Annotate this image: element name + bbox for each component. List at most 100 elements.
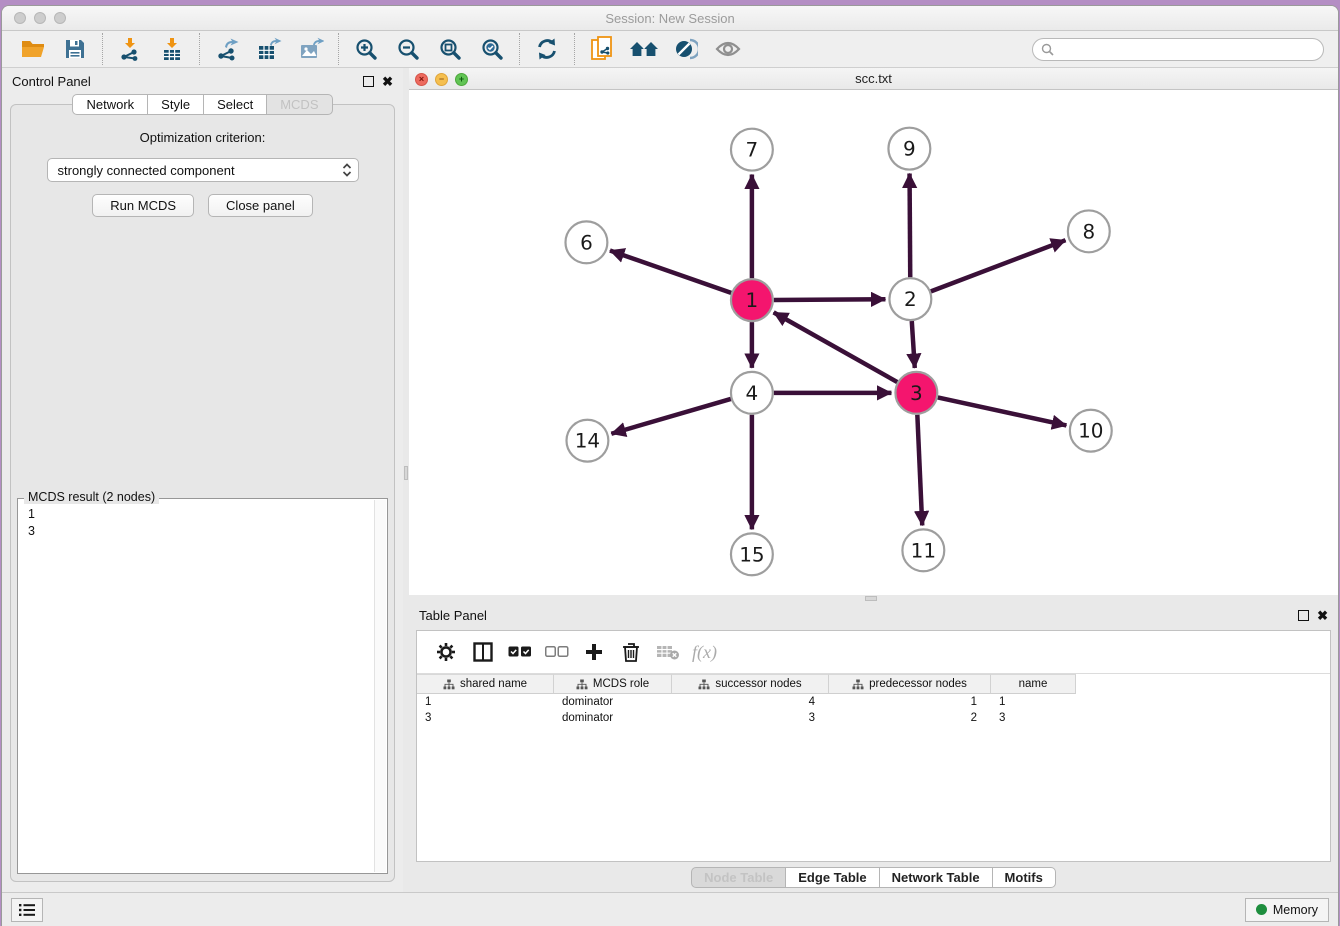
table-toolbar: f(x) <box>417 631 1330 674</box>
table-row[interactable]: 3dominator323 <box>417 710 1330 726</box>
column-header-predecessor-nodes[interactable]: predecessor nodes <box>829 674 991 694</box>
unselect-all-button[interactable] <box>538 635 575 669</box>
column-header-mcds-role[interactable]: MCDS role <box>554 674 672 694</box>
graph-node-label-14: 14 <box>575 430 600 453</box>
zoom-fit-button[interactable] <box>429 32 471 66</box>
result-scrollbar[interactable] <box>374 500 386 872</box>
select-all-button[interactable] <box>501 635 538 669</box>
cell-shared-name[interactable]: 1 <box>417 694 554 710</box>
float-panel-icon[interactable] <box>363 76 374 87</box>
splitter-handle[interactable] <box>865 596 877 601</box>
add-column-icon <box>584 642 604 662</box>
task-history-button[interactable] <box>11 898 43 922</box>
cell-name[interactable]: 3 <box>991 710 1076 726</box>
hierarchy-icon <box>443 679 455 690</box>
table-options-button[interactable] <box>427 635 464 669</box>
column-header-name[interactable]: name <box>991 674 1076 694</box>
export-image-icon <box>298 37 324 61</box>
tab-motifs[interactable]: Motifs <box>992 867 1056 888</box>
toolbar-separator <box>574 33 575 65</box>
graph-node-label-8: 8 <box>1082 220 1095 243</box>
run-mcds-button[interactable]: Run MCDS <box>92 194 194 217</box>
graph-edge-2-3[interactable] <box>912 321 915 368</box>
create-column-button[interactable] <box>575 635 612 669</box>
cell-shared-name[interactable]: 3 <box>417 710 554 726</box>
export-network-button[interactable] <box>206 32 248 66</box>
zoom-out-button[interactable] <box>387 32 429 66</box>
minimize-network-icon[interactable]: − <box>435 73 448 86</box>
save-session-button[interactable] <box>54 32 96 66</box>
graph-edge-2-8[interactable] <box>931 240 1066 291</box>
import-table-button[interactable] <box>151 32 193 66</box>
tab-network[interactable]: Network <box>72 94 148 115</box>
criterion-dropdown[interactable]: strongly connected component <box>47 158 359 182</box>
column-header-shared-name[interactable]: shared name <box>417 674 554 694</box>
apply-layout-button[interactable] <box>526 32 568 66</box>
mcds-result-list: 13 <box>18 499 387 547</box>
close-panel-icon[interactable]: ✖ <box>1317 610 1328 621</box>
first-neighbors-button[interactable] <box>623 32 665 66</box>
tab-edge-table[interactable]: Edge Table <box>785 867 879 888</box>
delete-column-button[interactable] <box>612 635 649 669</box>
graph-edge-3-1[interactable] <box>774 312 898 382</box>
close-window-icon[interactable] <box>14 12 26 24</box>
unselect-all-icon <box>545 646 569 658</box>
show-columns-button[interactable] <box>464 635 501 669</box>
import-network-button[interactable] <box>109 32 151 66</box>
tab-style[interactable]: Style <box>147 94 204 115</box>
tab-select[interactable]: Select <box>203 94 267 115</box>
network-window-controls[interactable]: × − + <box>415 73 468 86</box>
show-hide-button[interactable] <box>707 32 749 66</box>
graph-edge-4-14[interactable] <box>611 399 730 434</box>
network-graph[interactable]: 7968124314101511 <box>409 90 1338 595</box>
float-panel-icon[interactable] <box>1298 610 1309 621</box>
statusbar: Memory <box>2 892 1338 926</box>
open-session-button[interactable] <box>12 32 54 66</box>
import-table-icon <box>160 37 184 61</box>
zoom-in-button[interactable] <box>345 32 387 66</box>
mcds-panel: Optimization criterion: strongly connect… <box>10 104 395 882</box>
column-header-successor-nodes[interactable]: successor nodes <box>672 674 829 694</box>
graph-edge-3-11[interactable] <box>917 415 922 526</box>
graph-edge-3-10[interactable] <box>938 397 1067 425</box>
search-input[interactable] <box>1059 42 1315 56</box>
tab-network-table[interactable]: Network Table <box>879 867 993 888</box>
horizontal-splitter[interactable] <box>409 595 1338 602</box>
export-table-button[interactable] <box>248 32 290 66</box>
cell-mcds-role[interactable]: dominator <box>554 710 672 726</box>
close-panel-button[interactable]: Close panel <box>208 194 313 217</box>
close-panel-icon[interactable]: ✖ <box>382 76 393 87</box>
search-box[interactable] <box>1032 38 1324 61</box>
window-controls[interactable] <box>14 12 66 24</box>
first-neighbors-icon <box>629 38 659 60</box>
graph-edge-2-9[interactable] <box>910 174 911 278</box>
zoom-network-icon[interactable]: + <box>455 73 468 86</box>
minimize-window-icon[interactable] <box>34 12 46 24</box>
cell-name[interactable]: 1 <box>991 694 1076 710</box>
graph-edge-1-2[interactable] <box>774 299 886 300</box>
table-tabs: Node TableEdge TableNetwork TableMotifs <box>409 862 1338 892</box>
splitter-handle[interactable] <box>404 466 408 480</box>
import-network-icon <box>118 37 142 61</box>
zoom-selected-button[interactable] <box>471 32 513 66</box>
export-image-button[interactable] <box>290 32 332 66</box>
graph-edge-1-6[interactable] <box>610 251 731 293</box>
tab-mcds[interactable]: MCDS <box>266 94 332 115</box>
close-network-icon[interactable]: × <box>415 73 428 86</box>
tab-node-table[interactable]: Node Table <box>691 867 786 888</box>
memory-button[interactable]: Memory <box>1245 898 1329 922</box>
zoom-window-icon[interactable] <box>54 12 66 24</box>
table-row[interactable]: 1dominator411 <box>417 694 1330 710</box>
toggle-graphics-details-button[interactable] <box>665 32 707 66</box>
network-canvas[interactable]: 7968124314101511 <box>409 90 1338 595</box>
table-panel-header: Table Panel ✖ <box>409 602 1338 628</box>
clone-network-button[interactable] <box>581 32 623 66</box>
control-panel-tabs: NetworkStyleSelectMCDS <box>2 94 403 115</box>
column-label: predecessor nodes <box>869 678 967 690</box>
function-builder-button: f(x) <box>686 635 723 669</box>
cell-predecessor-nodes[interactable]: 2 <box>829 710 991 726</box>
cell-successor-nodes[interactable]: 4 <box>672 694 829 710</box>
cell-successor-nodes[interactable]: 3 <box>672 710 829 726</box>
cell-predecessor-nodes[interactable]: 1 <box>829 694 991 710</box>
cell-mcds-role[interactable]: dominator <box>554 694 672 710</box>
